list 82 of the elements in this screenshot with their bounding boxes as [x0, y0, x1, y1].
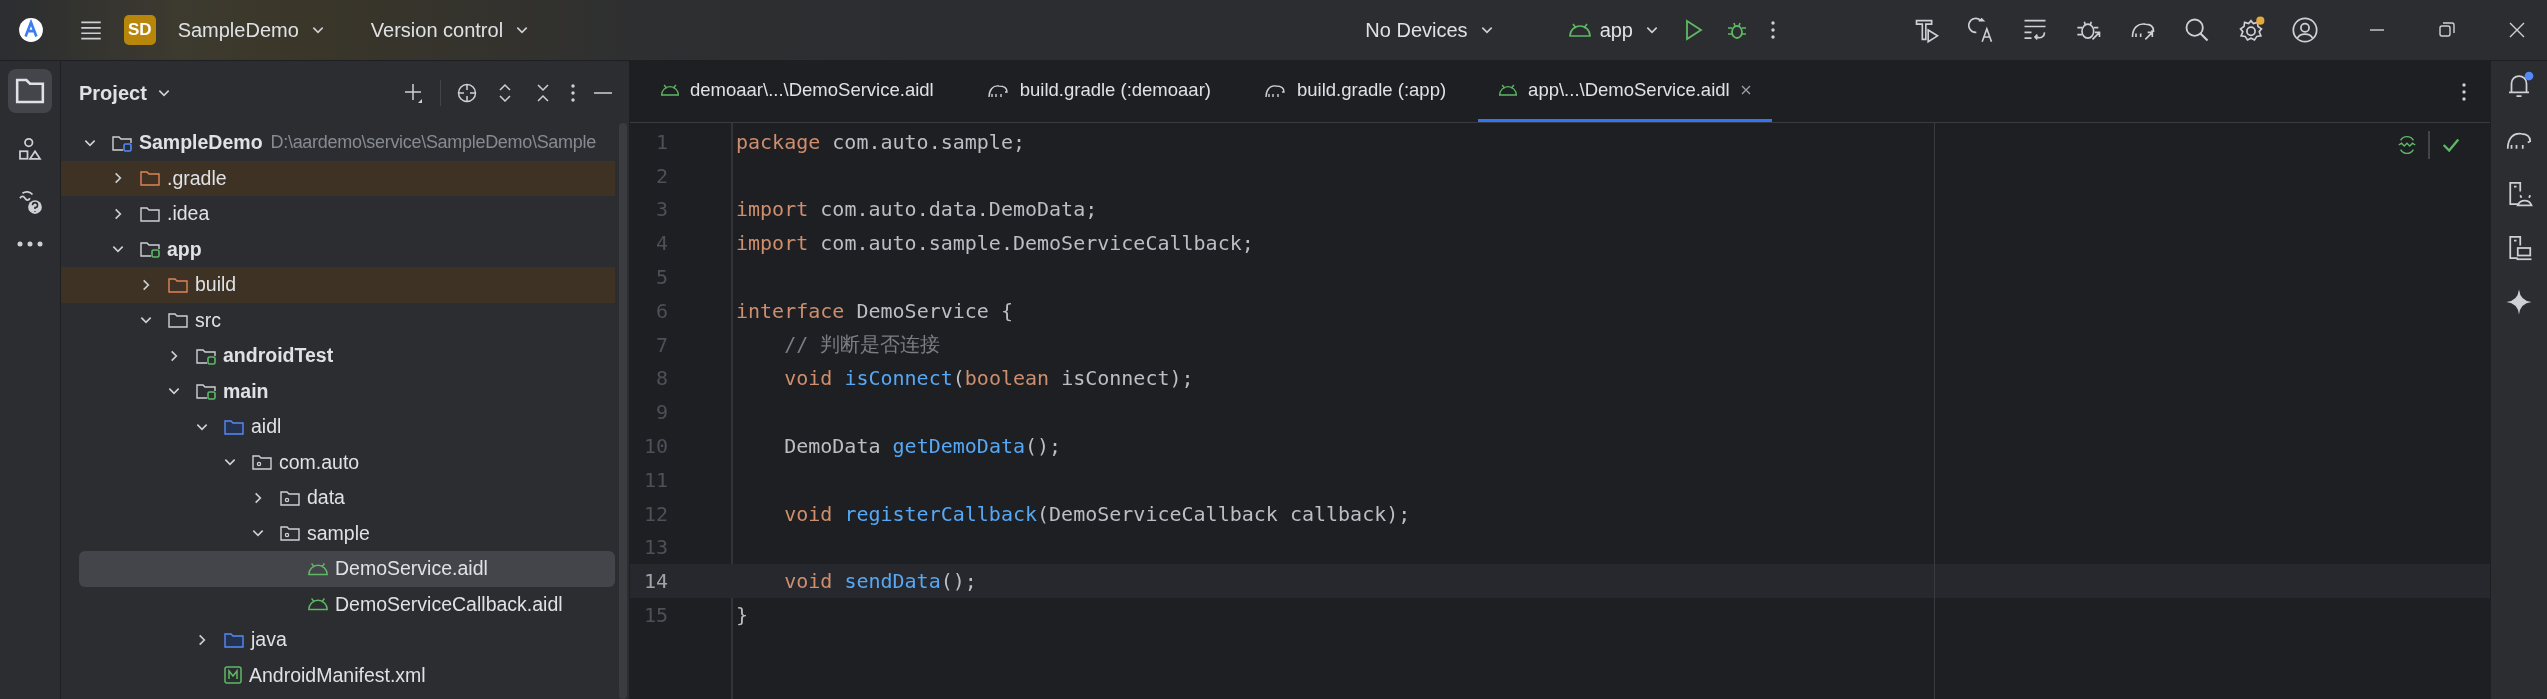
- tree-item[interactable]: DemoServiceCallback.aidl: [61, 586, 615, 622]
- tree-item[interactable]: sample: [61, 515, 615, 551]
- editor-tab[interactable]: build.gradle (:demoaar): [965, 61, 1231, 122]
- tree-item-label: .gradle: [167, 166, 227, 190]
- code-line: void isConnect(boolean isConnect);: [783, 366, 1194, 391]
- editor-tab[interactable]: app\...\DemoService.aidl: [1478, 61, 1772, 122]
- device-selector[interactable]: No Devices: [1363, 14, 1496, 46]
- code-line: // 判断是否连接: [783, 331, 941, 359]
- tree-item-label: DemoService.aidl: [335, 557, 488, 581]
- tab-label: build.gradle (:demoaar): [1019, 79, 1211, 101]
- close-tab-icon[interactable]: [1739, 84, 1752, 96]
- code-line: package com.auto.sample;: [736, 129, 1025, 154]
- android-icon: [1567, 22, 1592, 38]
- tree-item[interactable]: .gradle: [61, 160, 615, 196]
- tree-item-label: sample: [307, 521, 370, 545]
- wave-status-icon[interactable]: [2396, 134, 2418, 156]
- module-folder-icon: [195, 381, 217, 402]
- folder-icon[interactable]: [8, 69, 52, 113]
- project-name-dropdown[interactable]: SampleDemo: [175, 14, 327, 46]
- tree-item-label: com.auto: [279, 450, 360, 474]
- search-icon[interactable]: [2183, 16, 2211, 44]
- tree-item-label: app: [167, 237, 202, 261]
- tab-label: app\...\DemoService.aidl: [1528, 79, 1730, 101]
- project-view-selector[interactable]: Project: [79, 81, 171, 105]
- android-file-icon: [1498, 83, 1519, 97]
- tree-item[interactable]: data: [61, 480, 615, 516]
- selected-tree-item[interactable]: DemoService.aidl: [79, 551, 615, 587]
- editor-tab[interactable]: demoaar\...\DemoService.aidl: [640, 61, 954, 122]
- tree-item-label: .idea: [167, 202, 210, 226]
- tree-item-label: java: [251, 628, 287, 652]
- version-control-menu[interactable]: Version control: [368, 14, 532, 46]
- tree-item-label: androidTest: [223, 344, 334, 368]
- code-line: interface DemoService {: [736, 298, 1013, 323]
- line-number: 14: [642, 569, 668, 594]
- tree-item[interactable]: java: [61, 622, 615, 658]
- tab-label: demoaar\...\DemoService.aidl: [690, 79, 934, 101]
- package-folder-icon: [279, 523, 301, 544]
- tree-item[interactable]: main: [61, 373, 615, 409]
- package-folder-icon: [251, 452, 273, 473]
- tree-item[interactable]: src: [61, 302, 615, 338]
- project-path: D:\aardemo\service\SampleDemo\Sample: [270, 132, 596, 154]
- options-icon[interactable]: [569, 81, 577, 105]
- tree-item-label: AndroidManifest.xml: [249, 663, 426, 687]
- tree-item[interactable]: com.auto: [61, 444, 615, 480]
- code-line: DemoData getDemoData();: [783, 434, 1062, 459]
- tree-item[interactable]: build: [61, 267, 615, 303]
- code-line: void sendData();: [783, 569, 977, 594]
- editor-tab[interactable]: build.gradle (:app): [1243, 61, 1467, 122]
- tree-item[interactable]: androidTest: [61, 338, 615, 374]
- tab-label: build.gradle (:app): [1297, 79, 1447, 101]
- tree-item-label: aidl: [251, 415, 282, 439]
- tree-item[interactable]: AndroidManifest.xml: [61, 657, 615, 693]
- folder-icon: [167, 310, 189, 331]
- android-file-icon: [307, 560, 329, 577]
- tree-item[interactable]: aidl: [61, 409, 615, 445]
- tree-item-label: build: [195, 273, 237, 297]
- project-badge: SD: [124, 15, 156, 45]
- tree-item[interactable]: .idea: [61, 196, 615, 232]
- settings-icon[interactable]: [2237, 16, 2265, 44]
- app-logo-icon[interactable]: [18, 17, 44, 43]
- code-line: }: [736, 603, 749, 628]
- crosshair-icon[interactable]: [455, 81, 479, 105]
- code-line: void registerCallback(DemoServiceCallback callback);: [783, 501, 1411, 526]
- tree-item-label: src: [195, 308, 221, 332]
- apply-changes-icon[interactable]: [1967, 16, 1995, 44]
- code-line: import com.auto.data.DemoData;: [736, 197, 1098, 222]
- manifest-file-icon: [223, 665, 243, 686]
- android-file-icon: [660, 83, 680, 97]
- tree-item[interactable]: SampleDemo D:\aardemo\service\SampleDemo\Sample: [61, 125, 615, 161]
- more-tools-icon[interactable]: [15, 239, 45, 249]
- module-folder-icon: [139, 239, 161, 260]
- account-icon[interactable]: [2291, 16, 2319, 44]
- android-file-icon: [307, 596, 329, 613]
- tree-item-label: SampleDemo: [139, 131, 263, 155]
- run-configuration-selector[interactable]: app: [1565, 14, 1661, 46]
- code-line: import com.auto.sample.DemoServiceCallback;: [736, 231, 1254, 256]
- folder-icon: [139, 168, 161, 189]
- tree-item-label: DemoServiceCallback.aidl: [335, 592, 563, 616]
- tree-item[interactable]: app: [61, 231, 615, 267]
- tree-item-label: main: [223, 379, 269, 403]
- more-options-icon[interactable]: [1769, 18, 1777, 42]
- tree-item-label: data: [307, 486, 345, 510]
